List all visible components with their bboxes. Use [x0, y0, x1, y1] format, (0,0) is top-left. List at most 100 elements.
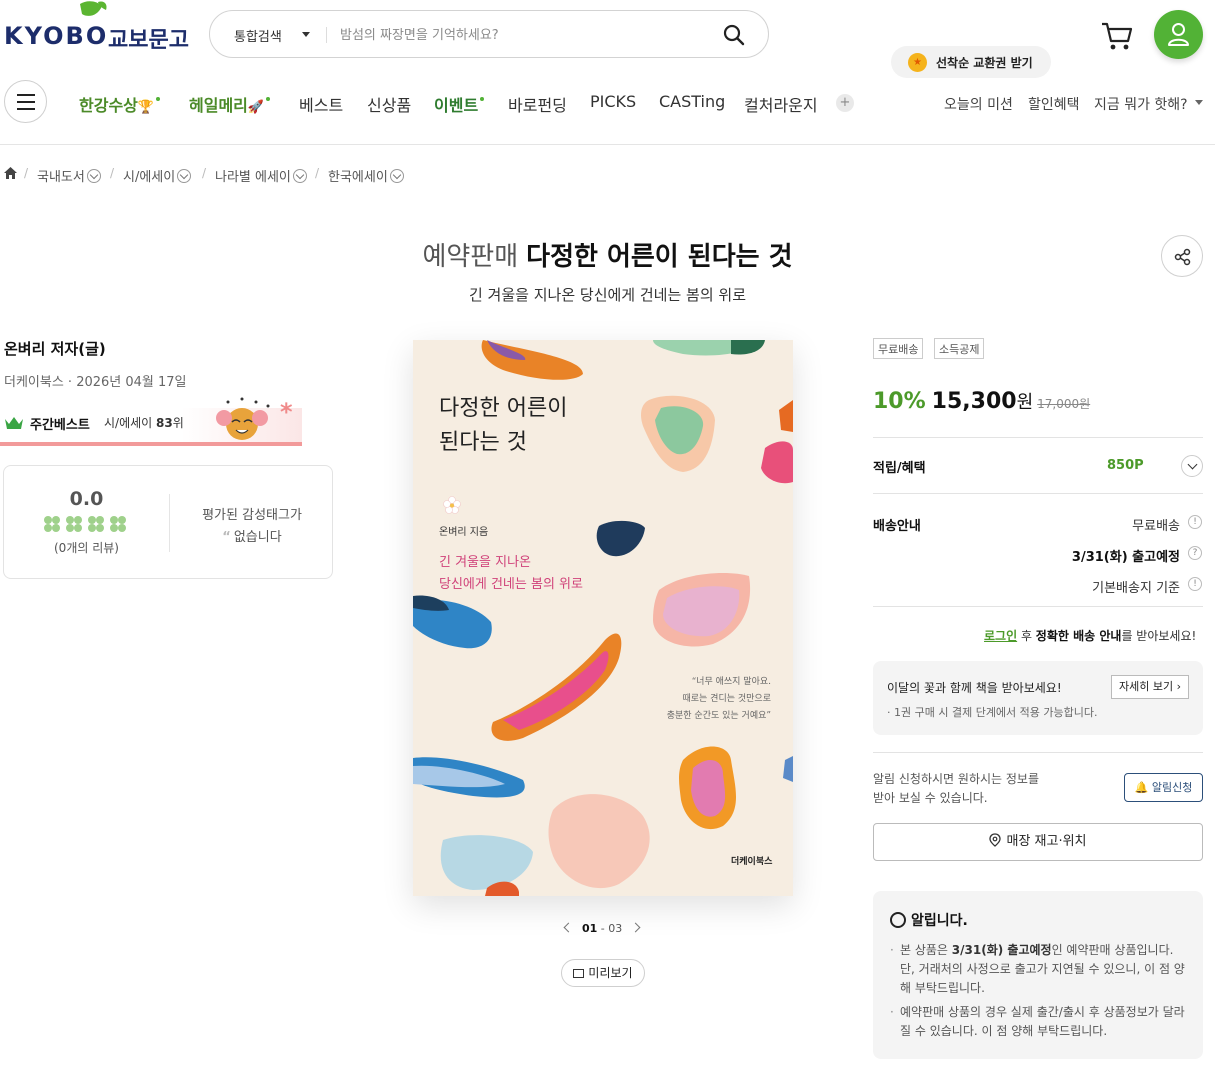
- flower-promo-box: 이달의 꽃과 함께 책을 받아보세요! · 1권 구매 시 결제 단계에서 적용…: [873, 661, 1203, 735]
- breadcrumb-item[interactable]: 국내도서: [37, 166, 101, 185]
- home-icon[interactable]: [3, 166, 18, 180]
- info-icon[interactable]: !: [1188, 515, 1202, 529]
- plus-icon[interactable]: +: [836, 94, 854, 112]
- nav-divider: [0, 144, 1215, 145]
- crown-icon: [5, 417, 23, 429]
- bell-icon: 🔔: [1134, 781, 1149, 794]
- free-shipping-text: 무료배송: [1132, 519, 1180, 534]
- asterisk-icon: *: [280, 398, 293, 426]
- breadcrumb-separator: /: [315, 166, 320, 180]
- hamburger-menu-button[interactable]: [4, 80, 47, 123]
- logo-text-en: KYOBO: [4, 22, 109, 50]
- logo-text-ko: 교보문고: [108, 28, 189, 53]
- search-input[interactable]: [340, 23, 710, 47]
- review-count[interactable]: (0개의 리뷰): [4, 539, 169, 556]
- preview-button[interactable]: 미리보기: [561, 959, 645, 987]
- leaf-logo-icon: [80, 1, 107, 16]
- breadcrumb-item[interactable]: 나라별 에세이: [215, 166, 307, 185]
- currency-unit: 원: [1016, 392, 1034, 413]
- nav-item-casting[interactable]: CASTing: [659, 92, 725, 111]
- new-dot: [266, 97, 271, 101]
- kyobo-logo[interactable]: KYOBO 교보문고: [4, 0, 189, 60]
- breadcrumb-separator: /: [24, 166, 29, 180]
- weekly-best-banner[interactable]: 주간베스트 시/에세이 83위 *: [0, 396, 302, 448]
- book-title: 다정한 어른이 된다는 것: [526, 242, 793, 272]
- nav-item-best[interactable]: 베스트: [299, 92, 343, 116]
- chevron-down-icon[interactable]: [389, 169, 404, 183]
- chevron-down-icon[interactable]: [1195, 100, 1203, 105]
- emotion-tag-text: 평가된 감성태그가: [202, 508, 302, 523]
- location-pin-icon: [989, 833, 1002, 847]
- quote-icon: “: [222, 530, 231, 545]
- shipping-date: 3/31(화) 출고예정: [1071, 550, 1180, 565]
- login-link[interactable]: 로그인: [984, 629, 1017, 643]
- chevron-down-icon[interactable]: [86, 169, 101, 183]
- nav-item-new[interactable]: 신상품: [367, 92, 411, 116]
- discount-rate: 10%: [873, 389, 926, 414]
- login-notice: 로그인 후 정확한 배송 안내를 받아보세요!: [984, 629, 1197, 643]
- best-category: 시/에세이 83위: [104, 416, 184, 430]
- user-icon: [1168, 23, 1189, 46]
- more-details-button[interactable]: 자세히 보기 ›: [1111, 675, 1189, 699]
- nav-today-mission[interactable]: 오늘의 미션: [944, 94, 1013, 114]
- chevron-down-icon[interactable]: [292, 169, 307, 183]
- cover-subtitle-line2: 당신에게 건네는 봄의 위로: [439, 577, 583, 592]
- chevron-down-icon: [302, 32, 310, 37]
- tax-deduction-tag: 소득공제: [934, 338, 985, 359]
- breadcrumb-item[interactable]: 시/에세이: [123, 166, 192, 185]
- review-score: 0.0: [69, 488, 104, 510]
- breadcrumb-separator: /: [110, 166, 115, 180]
- nav-item-picks[interactable]: PICKS: [590, 92, 636, 111]
- share-button[interactable]: [1161, 235, 1203, 277]
- star-coin-icon: ★: [908, 53, 927, 72]
- coupon-button[interactable]: ★ 선착순 교환권 받기: [891, 46, 1051, 78]
- question-icon[interactable]: ?: [1188, 546, 1202, 560]
- cover-title: 다정한 어른이 된다는 것: [439, 396, 568, 455]
- cover-pager: 01 - 03: [563, 922, 641, 935]
- chevron-down-icon[interactable]: [177, 169, 192, 183]
- nav-discount[interactable]: 할인혜택: [1028, 94, 1080, 114]
- search-bar: 통합검색: [209, 10, 769, 58]
- chevron-left-icon[interactable]: [563, 922, 574, 933]
- sale-price: 15,300: [931, 389, 1017, 414]
- emotion-tag-empty: “없습니다: [222, 530, 282, 545]
- product-title: 예약판매 다정한 어른이 된다는 것: [0, 236, 1215, 273]
- notice-box: 알립니다. 본 상품은 3/31(화) 출고예정인 예약판매 상품입니다. 단,…: [873, 891, 1203, 1059]
- chevron-right-icon[interactable]: [630, 922, 641, 933]
- new-dot: [156, 97, 161, 101]
- flower-icon: [443, 496, 461, 514]
- chevron-down-icon[interactable]: [1181, 455, 1203, 477]
- nav-item-funding[interactable]: 바로펀딩: [508, 92, 567, 116]
- book-subtitle: 긴 겨울을 지나온 당신에게 건네는 봄의 위로: [468, 286, 746, 304]
- benefit-label: 적립/혜택: [873, 461, 926, 476]
- publisher-date: 더케이북스 · 2026년 04월 17일: [4, 375, 187, 390]
- info-icon[interactable]: !: [1188, 577, 1202, 591]
- search-scope-select[interactable]: 통합검색: [234, 26, 282, 45]
- nav-item-han-gang[interactable]: 한강수상🏆: [79, 92, 161, 116]
- nav-item-culture-lounge[interactable]: 컬처라운지: [744, 92, 818, 116]
- breadcrumb-item[interactable]: 한국에세이: [328, 166, 404, 185]
- nav-whats-hot[interactable]: 지금 뭐가 핫해?: [1094, 94, 1188, 114]
- user-account-button[interactable]: [1154, 10, 1203, 59]
- alarm-text-line1: 알림 신청하시면 원하시는 정보를: [873, 772, 1040, 786]
- speech-bubble-icon: [890, 912, 906, 928]
- presale-label: 예약판매: [422, 242, 519, 272]
- breadcrumb-separator: /: [202, 166, 207, 180]
- shipping-basis[interactable]: 기본배송지 기준: [1092, 577, 1180, 596]
- rocket-icon: 🚀: [247, 100, 265, 115]
- alarm-subscribe-button[interactable]: 🔔 알림신청: [1124, 773, 1203, 802]
- coupon-label: 선착순 교환권 받기: [936, 56, 1033, 70]
- store-stock-button[interactable]: 매장 재고·위치: [873, 823, 1203, 861]
- alarm-text-line2: 받아 보실 수 있습니다.: [873, 791, 988, 805]
- book-cover-image[interactable]: 다정한 어른이 된다는 것 온벼리 지음 긴 겨울을 지나온 당신에게 건네는 …: [413, 340, 793, 896]
- share-icon: [1174, 248, 1191, 266]
- author-name[interactable]: 온벼리 저자(글): [4, 338, 106, 359]
- points-value: 850P: [1107, 458, 1144, 473]
- nav-item-event[interactable]: 이벤트: [434, 92, 485, 116]
- nav-item-hail-mary[interactable]: 헤일메리🚀: [189, 92, 271, 116]
- flower-promo-title: 이달의 꽃과 함께 책을 받아보세요!: [887, 681, 1062, 695]
- new-dot: [480, 97, 485, 101]
- divider: [873, 752, 1203, 753]
- search-icon[interactable]: [722, 23, 746, 47]
- cart-icon[interactable]: [1100, 20, 1134, 52]
